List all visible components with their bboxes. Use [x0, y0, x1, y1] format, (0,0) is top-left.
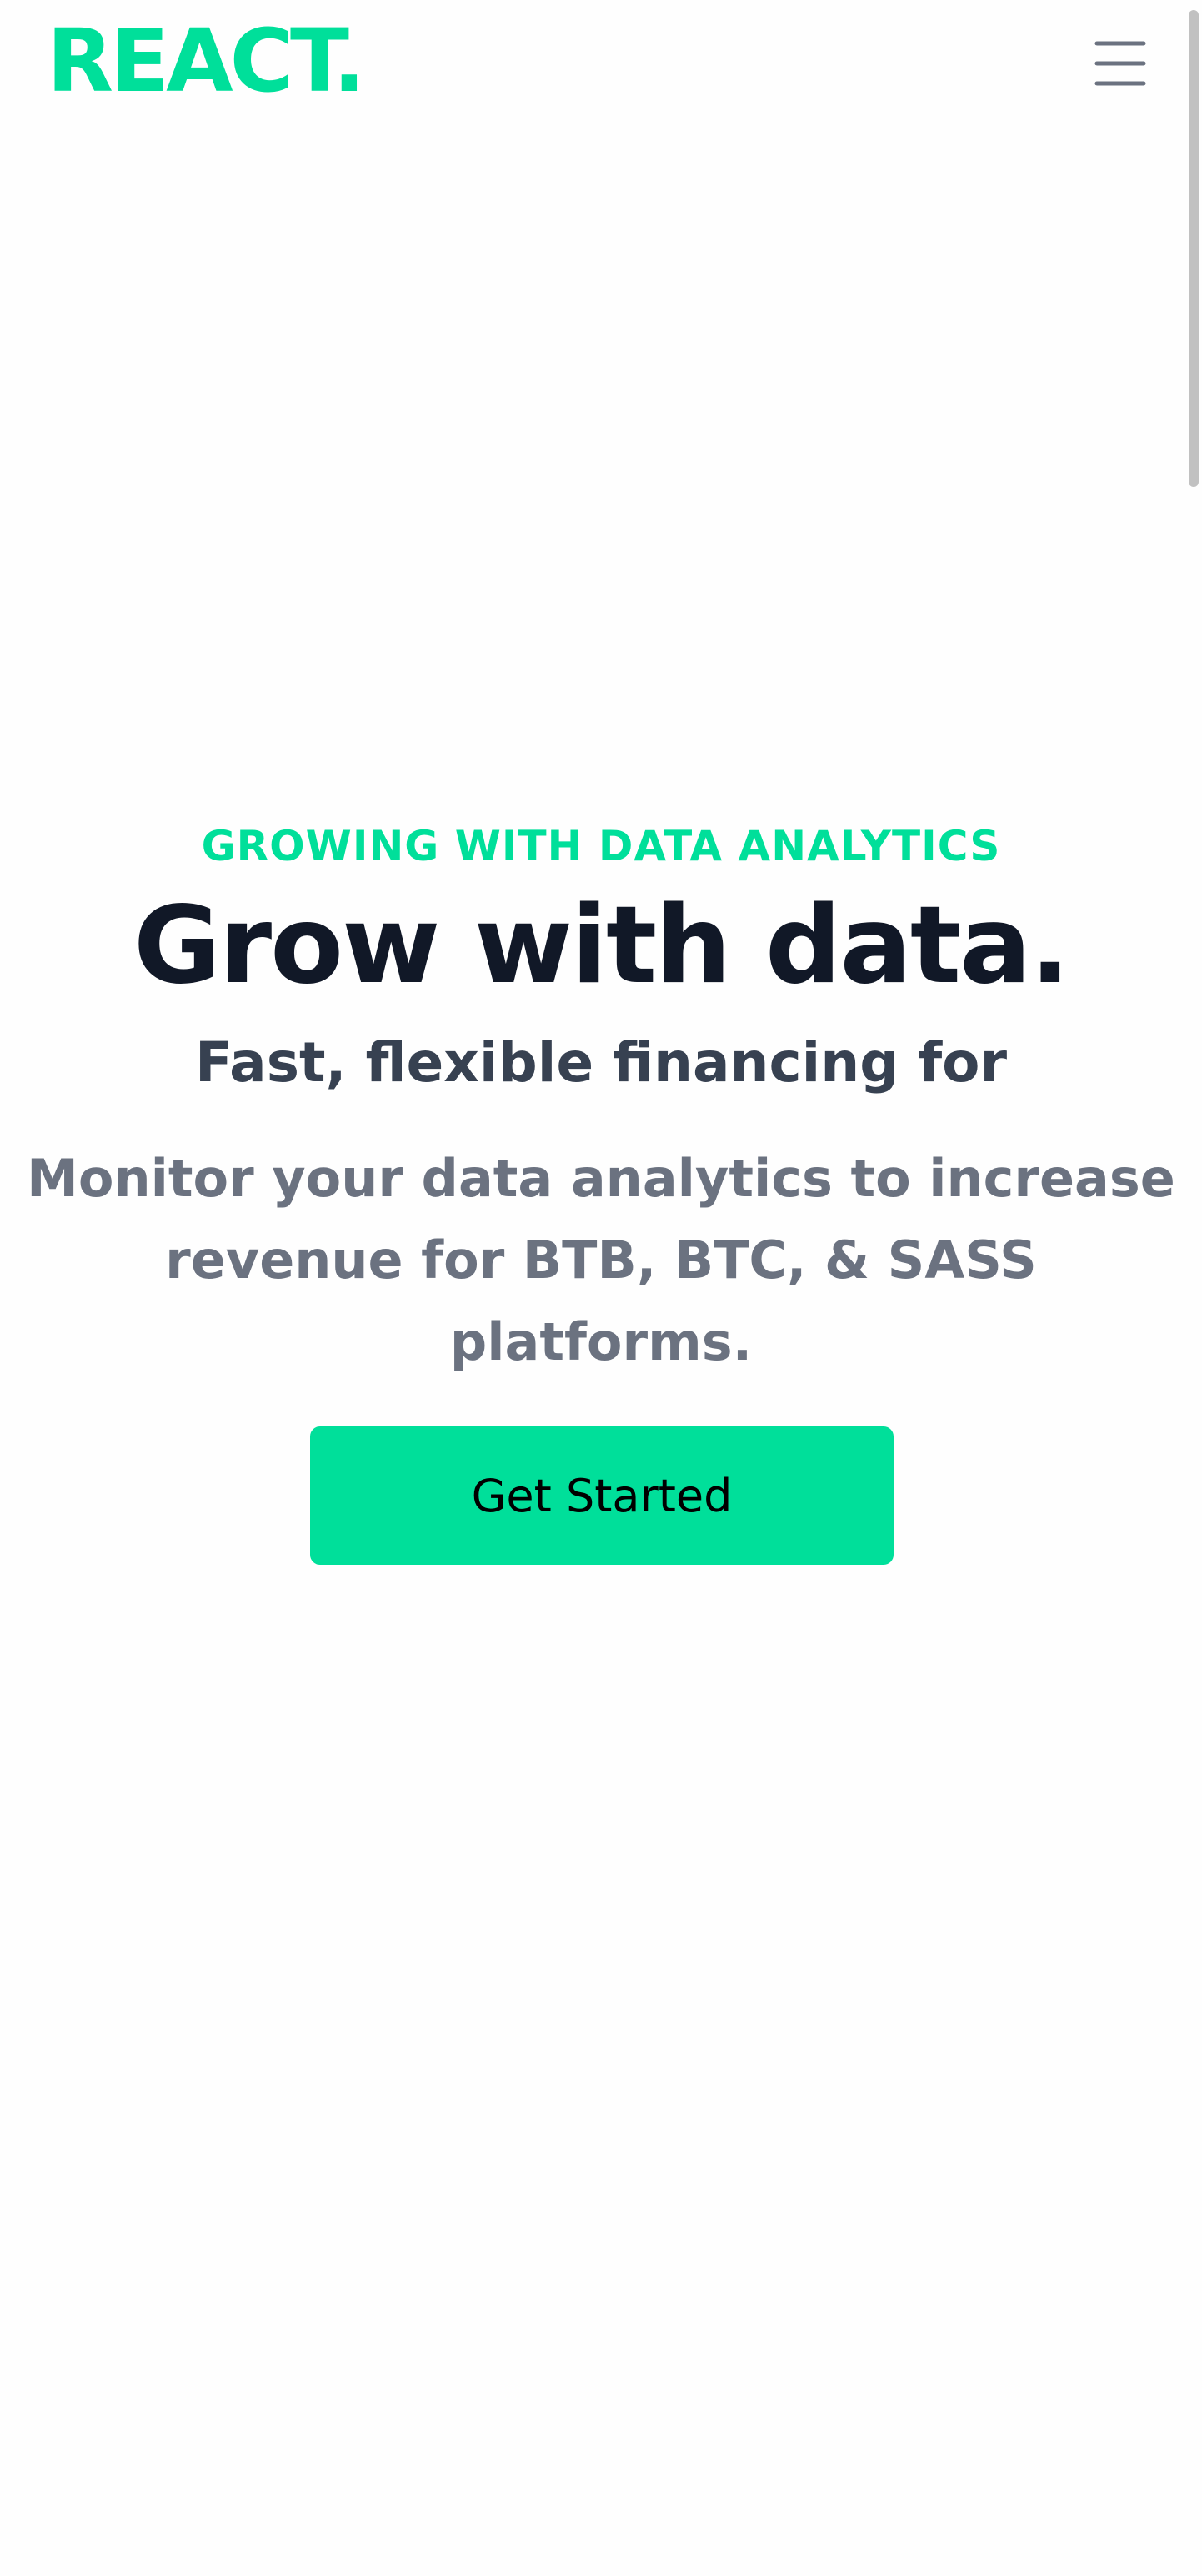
- hamburger-menu-icon: [1094, 41, 1146, 86]
- hero-description: Monitor your data analytics to increase …: [27, 1148, 1175, 1372]
- get-started-button[interactable]: Get Started: [310, 1426, 894, 1565]
- scrollbar-thumb[interactable]: [1189, 10, 1199, 487]
- logo[interactable]: REACT.: [47, 13, 366, 109]
- menu-button[interactable]: [1087, 30, 1154, 97]
- hero-headline: Grow with data.: [133, 884, 1070, 1008]
- hero-subhead: Fast, flexible financing for: [194, 1030, 1008, 1095]
- hero-section: GROWING WITH DATA ANALYTICS Grow with da…: [0, 813, 1202, 1383]
- page: REACT. GROWING WITH DATA ANALYTICS Grow …: [0, 0, 1202, 2576]
- hero-eyebrow: GROWING WITH DATA ANALYTICS: [201, 822, 1001, 870]
